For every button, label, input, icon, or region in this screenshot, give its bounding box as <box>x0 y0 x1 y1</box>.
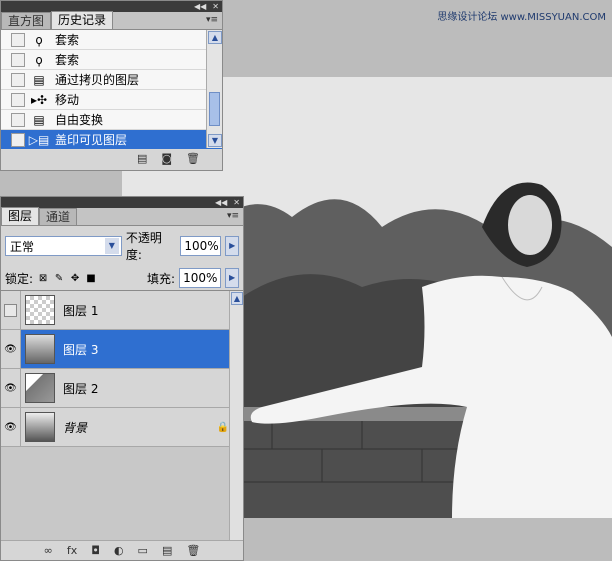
scroll-down-icon[interactable]: ▼ <box>208 134 222 147</box>
history-checkbox[interactable] <box>11 132 25 147</box>
mask-icon[interactable]: ◘ <box>91 544 100 557</box>
history-item[interactable]: ϙ 套索 <box>1 30 222 50</box>
history-item-label: 通过拷贝的图层 <box>55 73 140 87</box>
layer-thumbnail <box>25 373 55 403</box>
chevron-down-icon[interactable]: ▼ <box>104 238 119 254</box>
scroll-up-icon[interactable]: ▲ <box>208 31 222 44</box>
history-item[interactable]: ϙ 套索 <box>1 50 222 70</box>
layers-scrollbar[interactable]: ▲ ▼ <box>229 291 243 555</box>
eye-icon[interactable]: 👁 <box>1 330 21 368</box>
eye-icon[interactable]: 👁 <box>1 408 21 446</box>
layer-thumbnail <box>25 334 55 364</box>
tab-channels[interactable]: 通道 <box>39 208 78 225</box>
snapshot-icon[interactable]: ◙ <box>161 152 172 165</box>
opacity-label: 不透明度: <box>125 231 162 262</box>
history-item-label: 移动 <box>55 93 80 107</box>
new-layer-icon[interactable]: ▤ <box>162 544 172 557</box>
history-item-label: 套索 <box>55 33 80 47</box>
visibility-toggle[interactable] <box>1 291 21 329</box>
lock-transparent-icon[interactable]: ⊠ <box>37 272 49 284</box>
fill-input[interactable]: 100% <box>179 268 222 288</box>
layer-row[interactable]: 👁 图层 2 <box>1 369 243 408</box>
collapse-icon[interactable]: ◀◀ <box>215 198 227 207</box>
history-checkbox[interactable] <box>11 72 25 87</box>
lasso-icon: ϙ <box>35 32 43 47</box>
history-checkbox[interactable] <box>11 92 25 107</box>
collapse-icon[interactable]: ◀◀ <box>194 2 206 11</box>
panel-menu-icon[interactable]: ▾≡ <box>206 15 218 25</box>
group-icon[interactable]: ▭ <box>138 544 148 557</box>
panel-menu-icon[interactable]: ▾≡ <box>227 211 239 221</box>
fill-label: 填充: <box>147 271 176 286</box>
layer-row-selected[interactable]: 👁 图层 3 <box>1 330 243 369</box>
history-item[interactable]: ▤ 通过拷贝的图层 <box>1 70 222 90</box>
blend-opacity-row: 正常 ▼ 不透明度: 100% ▶ <box>1 226 243 266</box>
layer-thumbnail <box>25 412 55 442</box>
watermark-text: 思缘设计论坛 www.MISSYUAN.COM <box>437 12 606 23</box>
layer-name: 图层 3 <box>63 342 99 357</box>
blend-mode-value: 正常 <box>10 239 35 254</box>
history-item[interactable]: ▤ 自由变换 <box>1 110 222 130</box>
lock-all-icon[interactable]: ■ <box>85 272 97 284</box>
layer-name: 图层 2 <box>63 381 99 396</box>
trash-icon[interactable]: 🗑 <box>186 152 200 165</box>
opacity-slider-icon[interactable]: ▶ <box>225 236 239 256</box>
layers-footer: ∞ fx ◘ ◐ ▭ ▤ 🗑 <box>1 540 243 560</box>
tab-layers[interactable]: 图层 <box>1 207 40 225</box>
history-checkbox[interactable] <box>11 52 25 67</box>
scroll-up-icon[interactable]: ▲ <box>231 292 243 305</box>
history-checkbox[interactable] <box>11 32 25 47</box>
history-item-label: 自由变换 <box>55 113 104 127</box>
new-document-icon[interactable]: ▤ <box>137 152 147 165</box>
lock-pixels-icon[interactable]: ✎ <box>53 272 65 284</box>
history-item-selected[interactable]: ▷▤ 盖印可见图层 <box>1 130 222 150</box>
history-scrollbar[interactable]: ▲ ▼ <box>206 30 222 148</box>
move-icon: ▸✣ <box>30 92 48 107</box>
history-footer: ▤ ◙ 🗑 <box>1 148 222 168</box>
layer-list: 图层 1 👁 图层 3 👁 图层 2 👁 背景 🔒 ▲ ▼ <box>1 290 243 555</box>
history-item-label: 套索 <box>55 53 80 67</box>
lock-icon: 🔒 <box>216 421 229 433</box>
history-list: ϙ 套索 ϙ 套索 ▤ 通过拷贝的图层 ▸✣ 移动 ▤ 自由变换 ▷▤ 盖印可见… <box>1 30 222 150</box>
history-tabs: 直方图 历史记录 ▾≡ <box>1 11 222 30</box>
blend-mode-select[interactable]: 正常 ▼ <box>5 236 122 256</box>
lock-label: 锁定: <box>5 271 34 286</box>
lock-fill-row: 锁定: ⊠ ✎ ✥ ■ 填充: 100% ▶ <box>1 266 243 290</box>
history-item-label: 盖印可见图层 <box>55 133 128 147</box>
fx-icon[interactable]: fx <box>67 544 77 557</box>
layer-thumbnail <box>25 295 55 325</box>
history-item[interactable]: ▸✣ 移动 <box>1 90 222 110</box>
history-doc-icon: ▤ <box>33 72 45 87</box>
history-doc-icon: ▤ <box>33 112 45 127</box>
layers-tabs: 图层 通道 ▾≡ <box>1 207 243 226</box>
link-icon[interactable]: ∞ <box>44 544 53 557</box>
layer-row[interactable]: 图层 1 <box>1 291 243 330</box>
history-panel: ◀◀ ✕ 直方图 历史记录 ▾≡ ϙ 套索 ϙ 套索 ▤ 通过拷贝的图层 ▸✣ … <box>0 0 223 171</box>
close-icon[interactable]: ✕ <box>233 198 240 207</box>
history-checkbox[interactable] <box>11 112 25 127</box>
layers-panel: ◀◀ ✕ 图层 通道 ▾≡ 正常 ▼ 不透明度: 100% ▶ 锁定: ⊠ ✎ … <box>0 196 244 561</box>
layer-name: 图层 1 <box>63 303 99 318</box>
eye-icon[interactable]: 👁 <box>1 369 21 407</box>
tab-history[interactable]: 历史记录 <box>51 11 114 29</box>
history-doc-icon: ▷▤ <box>28 132 50 147</box>
tab-histogram[interactable]: 直方图 <box>1 12 52 29</box>
fill-slider-icon[interactable]: ▶ <box>225 268 240 288</box>
layer-name: 背景 <box>63 420 88 435</box>
adjustment-icon[interactable]: ◐ <box>114 544 124 557</box>
scroll-thumb[interactable] <box>209 92 220 126</box>
trash-icon[interactable]: 🗑 <box>186 544 200 557</box>
lock-position-icon[interactable]: ✥ <box>69 272 81 284</box>
layer-row[interactable]: 👁 背景 🔒 <box>1 408 243 447</box>
close-icon[interactable]: ✕ <box>212 2 219 11</box>
lasso-icon: ϙ <box>35 52 43 67</box>
opacity-input[interactable]: 100% <box>180 236 222 256</box>
